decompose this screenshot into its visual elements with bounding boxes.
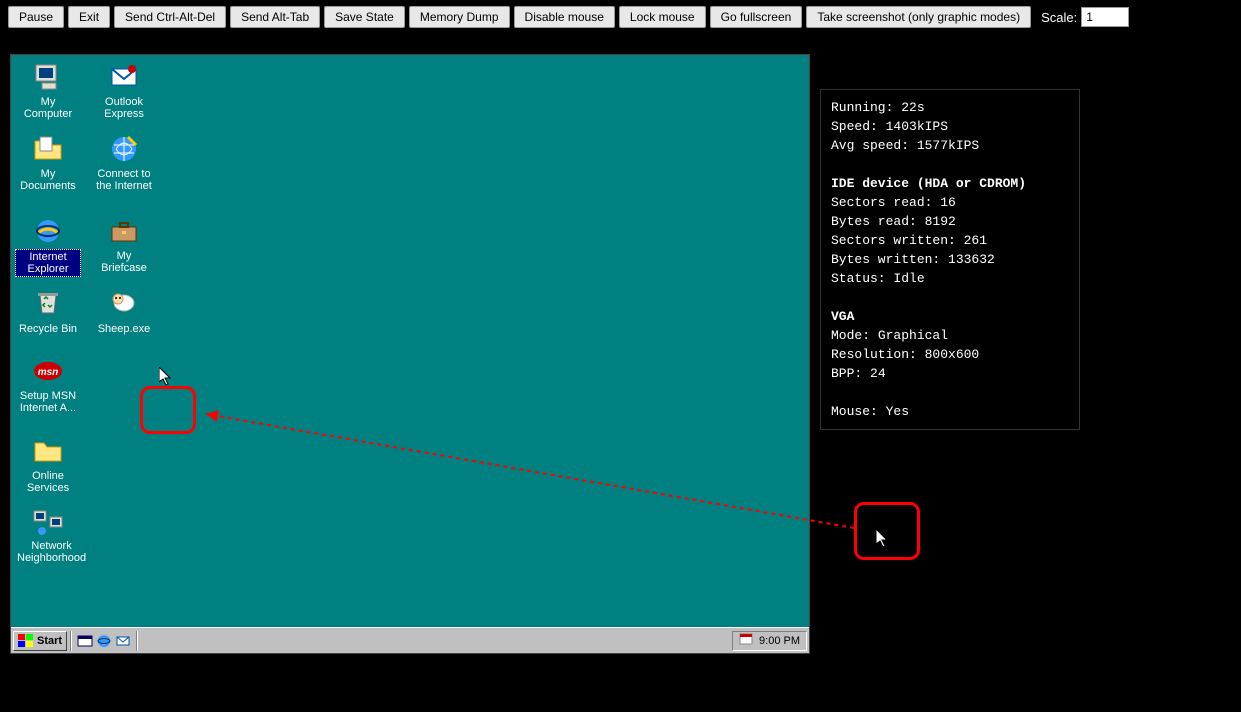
icon-label: My Computer xyxy=(15,95,81,121)
desktop-icon-outlook-express[interactable]: Outlook Express xyxy=(91,61,157,122)
resolution-value: 800x600 xyxy=(925,347,980,362)
briefcase-icon xyxy=(108,215,140,247)
desktop-icon-network-neighborhood[interactable]: Network Neighborhood xyxy=(15,505,81,566)
status-label: Status: xyxy=(831,271,893,286)
icon-label: Sheep.exe xyxy=(96,322,153,336)
icon-label: Network Neighborhood xyxy=(15,539,88,565)
bytes-read-value: 8192 xyxy=(925,214,956,229)
quick-launch xyxy=(75,633,133,649)
send-ctrl-alt-del-button[interactable]: Send Ctrl-Alt-Del xyxy=(114,6,226,28)
vm-screen[interactable]: My Computer Outlook Express My Documents… xyxy=(10,54,810,654)
bytes-read-label: Bytes read: xyxy=(831,214,925,229)
running-label: Running: xyxy=(831,100,901,115)
my-computer-icon xyxy=(32,61,64,93)
connect-internet-icon xyxy=(108,133,140,165)
desktop-icon-my-documents[interactable]: My Documents xyxy=(15,133,81,194)
quick-launch-ie-icon[interactable] xyxy=(96,633,112,649)
scale-label: Scale: xyxy=(1041,10,1077,25)
guest-cursor-icon xyxy=(159,367,173,387)
go-fullscreen-button[interactable]: Go fullscreen xyxy=(710,6,803,28)
status-value: Idle xyxy=(893,271,924,286)
bytes-written-label: Bytes written: xyxy=(831,252,948,267)
avg-speed-value: 1577kIPS xyxy=(917,138,979,153)
desktop-icon-connect-internet[interactable]: Connect to the Internet xyxy=(91,133,157,194)
msn-icon: msn xyxy=(32,355,64,387)
resolution-label: Resolution: xyxy=(831,347,925,362)
recycle-bin-icon xyxy=(32,285,64,317)
sectors-read-label: Sectors read: xyxy=(831,195,940,210)
bpp-label: BPP: xyxy=(831,366,870,381)
taskbar-separator xyxy=(70,631,72,651)
desktop-icon-setup-msn[interactable]: msn Setup MSN Internet A... xyxy=(15,355,81,416)
host-cursor-icon xyxy=(876,529,890,549)
desktop-icon-my-computer[interactable]: My Computer xyxy=(15,61,81,122)
send-alt-tab-button[interactable]: Send Alt-Tab xyxy=(230,6,320,28)
speed-label: Speed: xyxy=(831,119,886,134)
annotation-highlight-source xyxy=(140,386,196,434)
exit-button[interactable]: Exit xyxy=(68,6,110,28)
internet-explorer-icon xyxy=(32,215,64,247)
sheep-icon xyxy=(108,285,140,317)
pause-button[interactable]: Pause xyxy=(8,6,64,28)
folder-icon xyxy=(32,435,64,467)
start-button[interactable]: Start xyxy=(13,631,67,651)
running-value: 22s xyxy=(901,100,924,115)
icon-label: Recycle Bin xyxy=(17,322,79,336)
start-label: Start xyxy=(37,635,62,647)
quick-launch-desktop-icon[interactable] xyxy=(77,633,93,649)
desktop-icon-my-briefcase[interactable]: My Briefcase xyxy=(91,215,157,276)
vga-header: VGA xyxy=(831,309,854,324)
icon-label: My Documents xyxy=(15,167,81,193)
emulator-toolbar: Pause Exit Send Ctrl-Alt-Del Send Alt-Ta… xyxy=(0,0,1241,34)
ide-header: IDE device (HDA or CDROM) xyxy=(831,176,1026,191)
desktop-icon-internet-explorer[interactable]: Internet Explorer xyxy=(15,215,81,277)
icon-label: Online Services xyxy=(15,469,81,495)
mode-value: Graphical xyxy=(878,328,948,343)
desktop-icon-recycle-bin[interactable]: Recycle Bin xyxy=(15,285,81,337)
taskbar: Start 9:00 PM xyxy=(11,627,809,653)
icon-label: Setup MSN Internet A... xyxy=(15,389,81,415)
tray-clock[interactable]: 9:00 PM xyxy=(759,635,800,647)
memory-dump-button[interactable]: Memory Dump xyxy=(409,6,510,28)
sectors-written-value: 261 xyxy=(964,233,987,248)
avg-speed-label: Avg speed: xyxy=(831,138,917,153)
mouse-value: Yes xyxy=(886,404,909,419)
desktop-icon-sheep[interactable]: Sheep.exe xyxy=(91,285,157,337)
desktop-icon-online-services[interactable]: Online Services xyxy=(15,435,81,496)
taskbar-separator xyxy=(136,631,138,651)
outlook-express-icon xyxy=(108,61,140,93)
svg-text:msn: msn xyxy=(38,367,59,378)
disable-mouse-button[interactable]: Disable mouse xyxy=(514,6,615,28)
take-screenshot-button[interactable]: Take screenshot (only graphic modes) xyxy=(806,6,1031,28)
windows-logo-icon xyxy=(18,634,34,648)
mode-label: Mode: xyxy=(831,328,878,343)
sectors-written-label: Sectors written: xyxy=(831,233,964,248)
icon-label: My Briefcase xyxy=(91,249,157,275)
network-neighborhood-icon xyxy=(32,505,64,537)
lock-mouse-button[interactable]: Lock mouse xyxy=(619,6,706,28)
icon-label: Outlook Express xyxy=(91,95,157,121)
scale-input[interactable] xyxy=(1081,7,1129,27)
mouse-label: Mouse: xyxy=(831,404,886,419)
bytes-written-value: 133632 xyxy=(948,252,995,267)
icon-label: Connect to the Internet xyxy=(91,167,157,193)
status-panel: Running: 22s Speed: 1403kIPS Avg speed: … xyxy=(820,89,1080,430)
system-tray: 9:00 PM xyxy=(732,631,807,651)
quick-launch-outlook-icon[interactable] xyxy=(115,633,131,649)
icon-label: Internet Explorer xyxy=(15,249,81,277)
sectors-read-value: 16 xyxy=(940,195,956,210)
save-state-button[interactable]: Save State xyxy=(324,6,405,28)
desktop-area[interactable]: My Computer Outlook Express My Documents… xyxy=(11,55,809,627)
speed-value: 1403kIPS xyxy=(886,119,948,134)
my-documents-icon xyxy=(32,133,64,165)
tray-scheduler-icon[interactable] xyxy=(739,632,753,649)
bpp-value: 24 xyxy=(870,366,886,381)
